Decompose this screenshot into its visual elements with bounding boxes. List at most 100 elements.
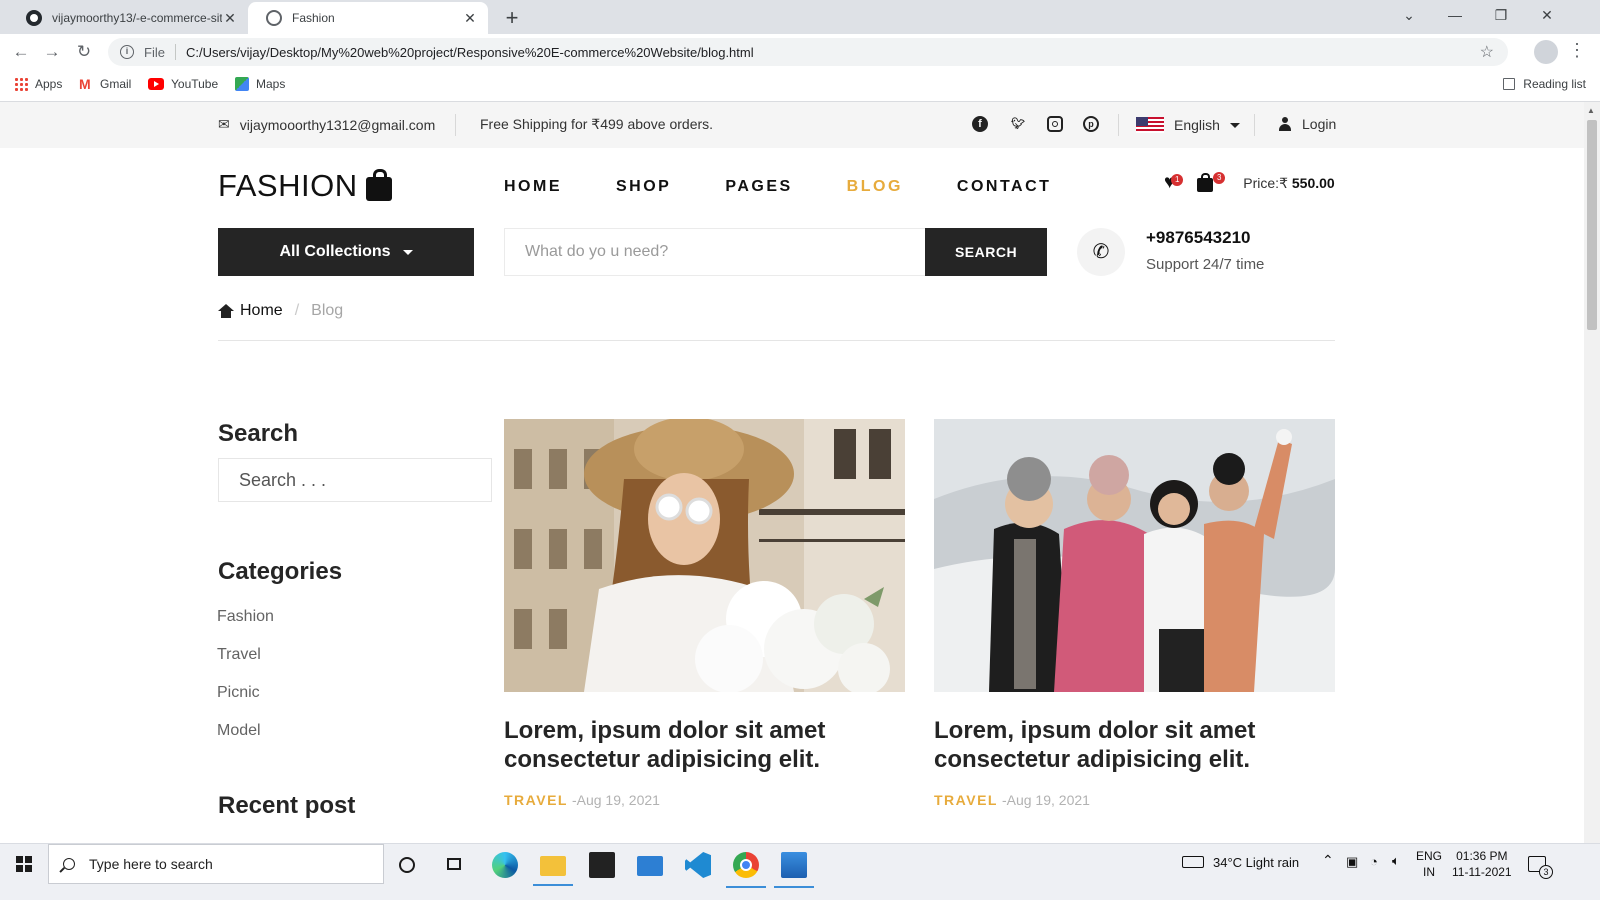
browser-tab-strip: vijaymoorthy13/-e-commerce-sit ✕ Fashion…	[0, 0, 1600, 34]
menu-kebab-icon[interactable]: ⋮	[1568, 40, 1586, 61]
contact-email[interactable]: ✉ vijaymooorthy1312@gmail.com	[218, 116, 435, 133]
scroll-thumb[interactable]	[1587, 120, 1597, 330]
nav-shop[interactable]: SHOP	[616, 178, 671, 196]
chevron-up-icon[interactable]: ⌃	[1322, 852, 1334, 869]
close-icon[interactable]: ✕	[222, 10, 238, 27]
category-link[interactable]: Fashion	[217, 608, 274, 626]
sidebar-search-heading: Search	[218, 420, 299, 447]
restore-button[interactable]: ❐	[1478, 0, 1524, 30]
action-center-icon[interactable]: 3	[1528, 856, 1553, 879]
phone-number: +9876543210	[1146, 228, 1251, 247]
new-tab-button[interactable]: +	[498, 4, 526, 32]
divider	[455, 114, 456, 136]
twitter-icon[interactable]: 🐦︎	[1010, 116, 1026, 132]
wishlist-heart-icon[interactable]: ♥ 1	[1164, 173, 1184, 192]
bookmark-gmail[interactable]: M Gmail	[79, 77, 131, 91]
bookmark-apps[interactable]: Apps	[14, 77, 62, 91]
collections-label: All Collections	[279, 243, 391, 260]
url-text: C:/Users/vijay/Desktop/My%20web%20projec…	[185, 44, 754, 60]
home-icon	[218, 304, 234, 318]
blog-post-image[interactable]	[504, 419, 905, 692]
weather-widget[interactable]: 34°C Light rain	[1213, 855, 1299, 870]
meet-now-icon[interactable]: ▣	[1346, 854, 1358, 870]
scroll-up-arrow-icon[interactable]: ▲	[1587, 106, 1595, 115]
profile-avatar[interactable]	[1534, 40, 1558, 64]
blog-post-title[interactable]: Lorem, ipsum dolor sit amet consectetur …	[504, 716, 904, 774]
page-scrollbar[interactable]: ▲ ▼	[1584, 102, 1600, 860]
cart-bag-icon[interactable]: 3	[1197, 172, 1226, 192]
bookmark-star-icon[interactable]: ☆	[1480, 42, 1494, 62]
all-collections-button[interactable]: All Collections	[218, 228, 474, 276]
window-close-button[interactable]: ✕	[1524, 0, 1570, 30]
divider	[1118, 114, 1119, 136]
apps-grid-icon	[14, 77, 28, 91]
tab-search-chevron-icon[interactable]: ⌄	[1386, 0, 1432, 30]
tab-github[interactable]: vijaymoorthy13/-e-commerce-sit ✕	[8, 2, 248, 34]
blog-post-title[interactable]: Lorem, ipsum dolor sit amet consectetur …	[934, 716, 1334, 774]
clock[interactable]: 01:36 PM 11-11-2021	[1452, 848, 1512, 880]
blog-post-image[interactable]	[934, 419, 1335, 692]
address-bar[interactable]: i File C:/Users/vijay/Desktop/My%20web%2…	[108, 38, 1508, 66]
tab-fashion[interactable]: Fashion ✕	[248, 2, 488, 34]
post-tag[interactable]: TRAVEL	[934, 792, 998, 808]
cortana-icon[interactable]	[399, 857, 415, 873]
info-icon[interactable]: i	[120, 45, 134, 59]
gmail-icon: M	[79, 76, 91, 92]
youtube-icon	[148, 78, 164, 90]
file-explorer-icon[interactable]	[533, 856, 573, 886]
login-link[interactable]: Login	[1278, 116, 1336, 132]
windows-start-icon[interactable]	[16, 856, 32, 872]
close-icon[interactable]: ✕	[462, 10, 478, 27]
task-view-icon[interactable]	[447, 858, 461, 870]
email-text: vijaymooorthy1312@gmail.com	[239, 116, 436, 133]
blog-search	[218, 458, 520, 502]
blog-post-meta: TRAVEL -Aug 19, 2021	[504, 792, 660, 808]
bookmark-youtube[interactable]: YouTube	[148, 77, 218, 91]
vscode-icon[interactable]	[685, 852, 711, 878]
battery-icon[interactable]	[1182, 856, 1204, 868]
tab-title: Fashion	[292, 11, 335, 25]
lang-bottom: IN	[1423, 865, 1435, 879]
cart-count-badge: 3	[1213, 172, 1226, 184]
edge-icon[interactable]	[492, 852, 518, 878]
nav-blog[interactable]: BLOG	[847, 178, 903, 196]
shopping-bag-icon	[365, 169, 392, 201]
blog-search-input[interactable]	[218, 458, 492, 502]
reload-button[interactable]: ↻	[72, 40, 96, 64]
lang-top: ENG	[1416, 849, 1443, 863]
category-link[interactable]: Picnic	[217, 684, 260, 702]
post-tag[interactable]: TRAVEL	[504, 792, 568, 808]
bookmark-maps[interactable]: Maps	[235, 77, 285, 91]
category-link[interactable]: Travel	[217, 646, 261, 664]
shipping-notice: Free Shipping for ₹499 above orders.	[480, 116, 713, 133]
forward-button[interactable]: →	[40, 40, 64, 64]
main-nav: HOME SHOP PAGES BLOG CONTACT	[504, 178, 1105, 196]
price-value: 550.00	[1291, 174, 1335, 191]
reading-list-button[interactable]: Reading list	[1503, 77, 1586, 91]
nav-contact[interactable]: CONTACT	[957, 178, 1052, 196]
search-button[interactable]: SEARCH	[925, 228, 1047, 276]
nav-pages[interactable]: PAGES	[725, 178, 792, 196]
facebook-icon[interactable]: f	[972, 116, 988, 132]
reading-list-label: Reading list	[1523, 77, 1586, 91]
mail-icon[interactable]	[637, 856, 663, 876]
taskbar-search[interactable]: Type here to search	[48, 844, 384, 884]
category-link[interactable]: Model	[217, 722, 261, 740]
wifi-icon[interactable]: ◔	[1370, 854, 1378, 869]
nav-home[interactable]: HOME	[504, 178, 562, 196]
language-selector[interactable]: English	[1136, 117, 1240, 133]
site-logo[interactable]: FASHION	[218, 168, 392, 204]
product-search-input[interactable]	[504, 228, 925, 276]
instagram-icon[interactable]	[1047, 116, 1063, 132]
chrome-icon[interactable]	[726, 852, 766, 888]
breadcrumb-home[interactable]: Home	[240, 302, 283, 320]
store-icon[interactable]	[589, 852, 615, 878]
language-indicator[interactable]: ENG IN	[1416, 848, 1442, 880]
cart-area: ♥ 1 3 Price:₹ 550.00	[1164, 172, 1335, 192]
volume-icon[interactable]: 🔈︎	[1392, 853, 1400, 869]
pinterest-icon[interactable]: p	[1083, 116, 1099, 132]
minimize-button[interactable]: —	[1432, 0, 1478, 30]
cart-price: Price:₹ 550.00	[1243, 175, 1334, 192]
back-button[interactable]: ←	[9, 40, 33, 64]
photos-icon[interactable]	[774, 852, 814, 888]
